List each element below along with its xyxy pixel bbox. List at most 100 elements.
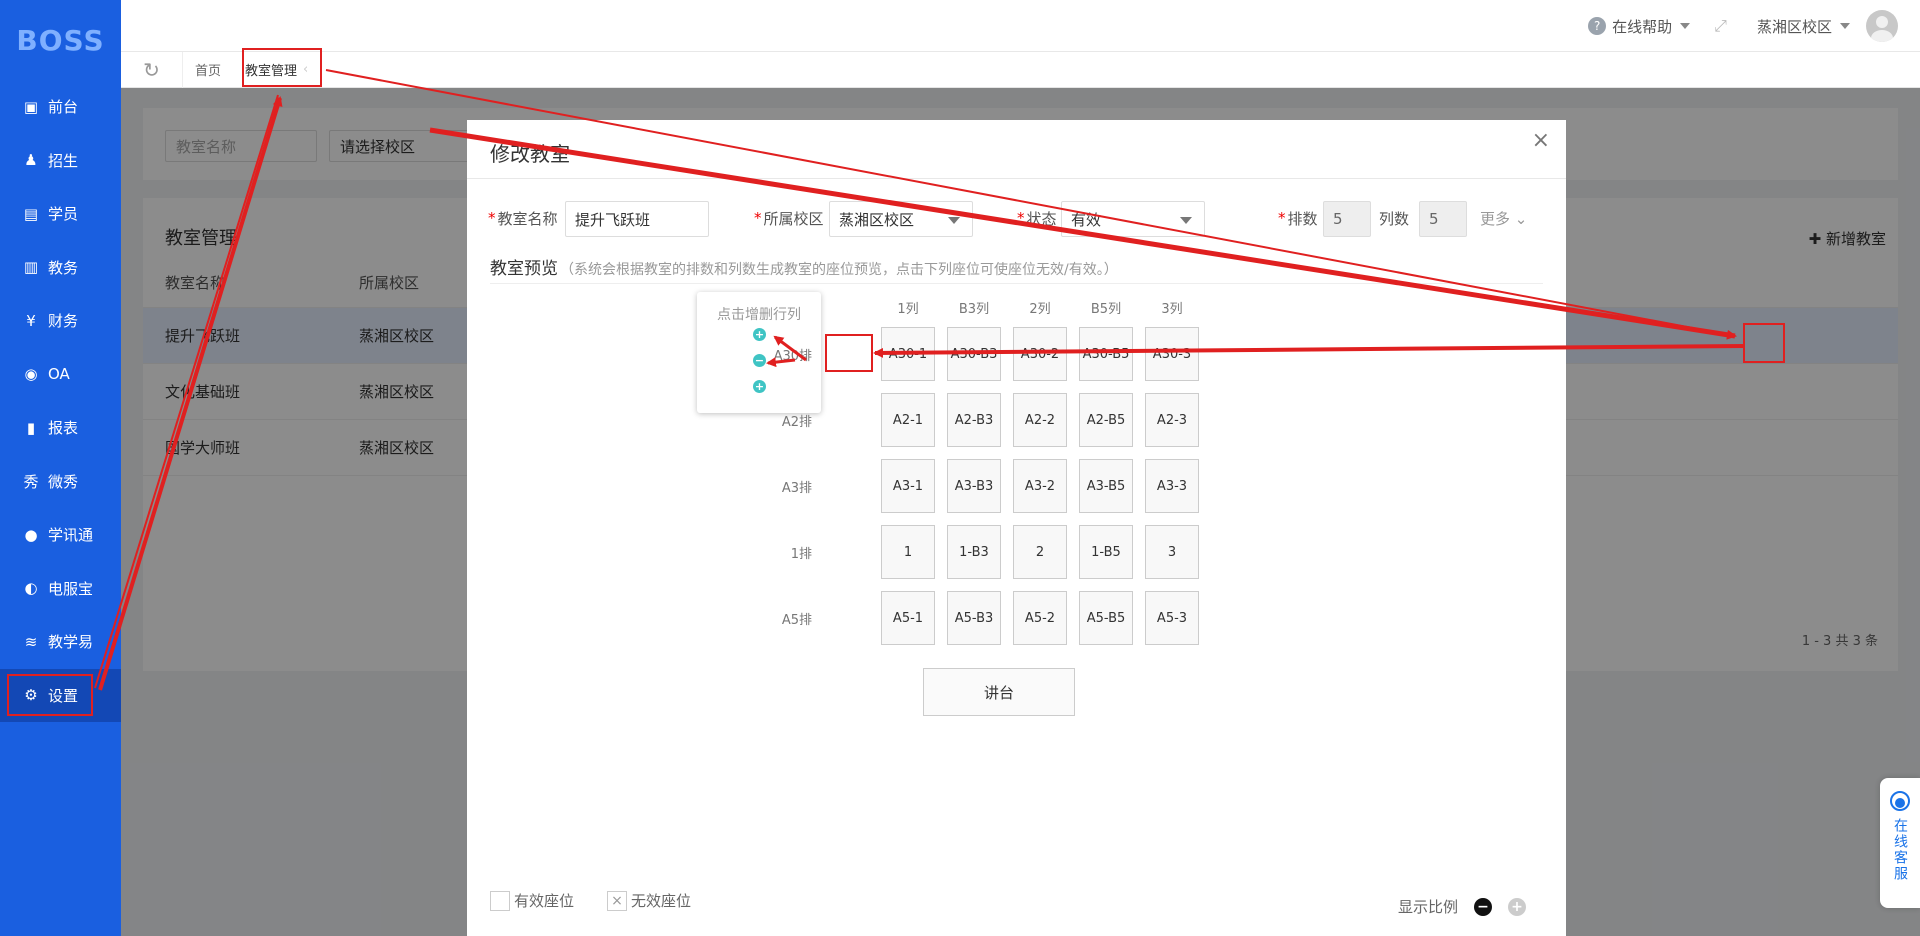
seat[interactable]: A5-B5 [1079,591,1133,645]
column-header[interactable]: 3列 [1146,298,1198,317]
seat[interactable]: A30-1 [881,327,935,381]
campus-select[interactable]: 蒸湘区校区 [829,201,973,237]
divider [467,178,1566,179]
student-card-icon: ▤ [23,204,39,223]
status-select[interactable]: 有效 [1061,201,1205,237]
valid-seat-swatch [490,890,510,911]
sidebar-item-label: 财务 [48,312,79,331]
sidebar-item-2[interactable]: ▤ 学员 [0,187,121,241]
zoom-control: 显示比例 − + [1398,896,1526,917]
teach-icon: ≋ [24,632,38,651]
seat[interactable]: A30-3 [1145,327,1199,381]
fullscreen-icon[interactable]: ⤢ [1714,16,1727,36]
logo[interactable]: BOSS [0,0,121,80]
seat[interactable]: A2-2 [1013,393,1067,447]
seat[interactable]: A3-2 [1013,459,1067,513]
chevron-down-icon [1680,23,1691,29]
sidebar-item-10[interactable]: ≋ 教学易 [0,615,121,669]
seat[interactable]: A5-3 [1145,591,1199,645]
annotation-box-settings [7,674,93,716]
seat[interactable]: A3-B3 [947,459,1001,513]
location-pin-icon: ● [24,525,38,544]
tab-bar: ↻ 首页 教室管理 ‹ [121,51,1920,88]
refresh-icon[interactable]: ↻ [121,51,183,88]
podium: 讲台 [923,668,1075,716]
sidebar-item-4[interactable]: ¥ 财务 [0,294,121,348]
sidebar-item-label: 报表 [48,419,79,438]
seat[interactable]: A2-B3 [947,393,1001,447]
calendar-icon: ▣ [23,97,39,116]
seat[interactable]: 3 [1145,525,1199,579]
legend-valid: 有效座位 [490,890,574,911]
annotation-box-row-header [825,334,873,372]
row-header[interactable]: A5排 [767,592,822,644]
chevron-down-icon: ⌄ [1514,210,1528,228]
remove-row-icon[interactable]: − [753,354,766,367]
preview-header: 教室预览 （系统会根据教室的排数和列数生成教室的座位预览，点击下列座位可使座位无效… [490,254,1543,284]
legend-invalid: × 无效座位 [607,890,691,911]
sidebar-item-label: OA [48,365,70,384]
annotation-box-tab [242,48,322,87]
classroom-name-input[interactable]: 提升飞跃班 [565,201,709,237]
seat[interactable]: A3-3 [1145,459,1199,513]
sidebar-item-5[interactable]: ◉ OA [0,348,121,402]
campus-label: 蒸湘区校区 [1756,17,1832,36]
column-header[interactable]: 1列 [882,298,934,317]
add-row-above-icon[interactable]: + [753,328,766,341]
campus-switcher[interactable]: 蒸湘区校区 [1757,16,1850,37]
column-header[interactable]: 2列 [1014,298,1066,317]
zoom-in-icon[interactable]: + [1508,897,1526,916]
seat[interactable]: A3-B5 [1079,459,1133,513]
chevron-down-icon [1840,23,1850,29]
seat[interactable]: A2-1 [881,393,935,447]
sidebar-item-label: 教务 [48,258,79,277]
user-plus-icon: ♟ [24,151,38,170]
seat[interactable]: A5-B3 [947,591,1001,645]
seat[interactable]: A30-B3 [947,327,1001,381]
seat[interactable]: 1 [881,525,935,579]
row-header[interactable]: 1排 [767,526,822,578]
online-service-widget[interactable]: 在线客服 [1880,778,1920,908]
invalid-seat-swatch: × [607,890,627,911]
tab-home[interactable]: 首页 [183,52,233,88]
top-header: ? 在线帮助 ⤢ 蒸湘区校区 [121,0,1920,52]
sidebar-item-1[interactable]: ♟ 招生 [0,134,121,188]
bar-chart-icon: ▮ [26,418,36,437]
seat[interactable]: A2-3 [1145,393,1199,447]
seat[interactable]: A3-1 [881,459,935,513]
seat[interactable]: A2-B5 [1079,393,1133,447]
seat[interactable]: A5-1 [881,591,935,645]
sidebar-item-3[interactable]: ▥ 教务 [0,241,121,295]
avatar[interactable] [1866,10,1898,42]
sidebar-item-7[interactable]: 秀微秀 [0,455,121,509]
row-header[interactable]: A2排 [767,394,822,446]
sidebar-item-label: 学讯通 [48,526,94,545]
seat[interactable]: 1-B5 [1079,525,1133,579]
row-header[interactable]: A3排 [767,460,822,512]
close-icon[interactable]: × [1532,128,1550,153]
seat[interactable]: A30-B5 [1079,327,1133,381]
popover-title: 点击增删行列 [717,307,801,323]
rows-input[interactable]: 5 [1323,201,1371,237]
help-menu[interactable]: ? 在线帮助 [1588,16,1691,37]
seat[interactable]: 1-B3 [947,525,1001,579]
row-header[interactable]: A30排 [767,328,822,380]
rows-label: * 排数 [1278,209,1318,228]
seat[interactable]: A5-2 [1013,591,1067,645]
zoom-out-icon[interactable]: − [1474,897,1492,916]
column-header[interactable]: B3列 [948,298,1000,317]
dialog-title: 修改教室 [490,142,570,166]
sidebar-item-8[interactable]: ● 学讯通 [0,508,121,562]
column-header[interactable]: B5列 [1080,298,1132,317]
wx-icon: 秀 [23,472,39,491]
add-row-below-icon[interactable]: + [753,380,766,393]
cols-input[interactable]: 5 [1419,201,1467,237]
more-toggle[interactable]: 更多 ⌄ [1480,208,1527,229]
seat[interactable]: 2 [1013,525,1067,579]
yen-icon: ¥ [26,311,36,330]
sidebar-item-9[interactable]: ◐ 电服宝 [0,562,121,616]
seat[interactable]: A30-2 [1013,327,1067,381]
sidebar-item-0[interactable]: ▣ 前台 [0,80,121,134]
phone-icon: ◐ [24,579,38,598]
sidebar-item-6[interactable]: ▮ 报表 [0,401,121,455]
